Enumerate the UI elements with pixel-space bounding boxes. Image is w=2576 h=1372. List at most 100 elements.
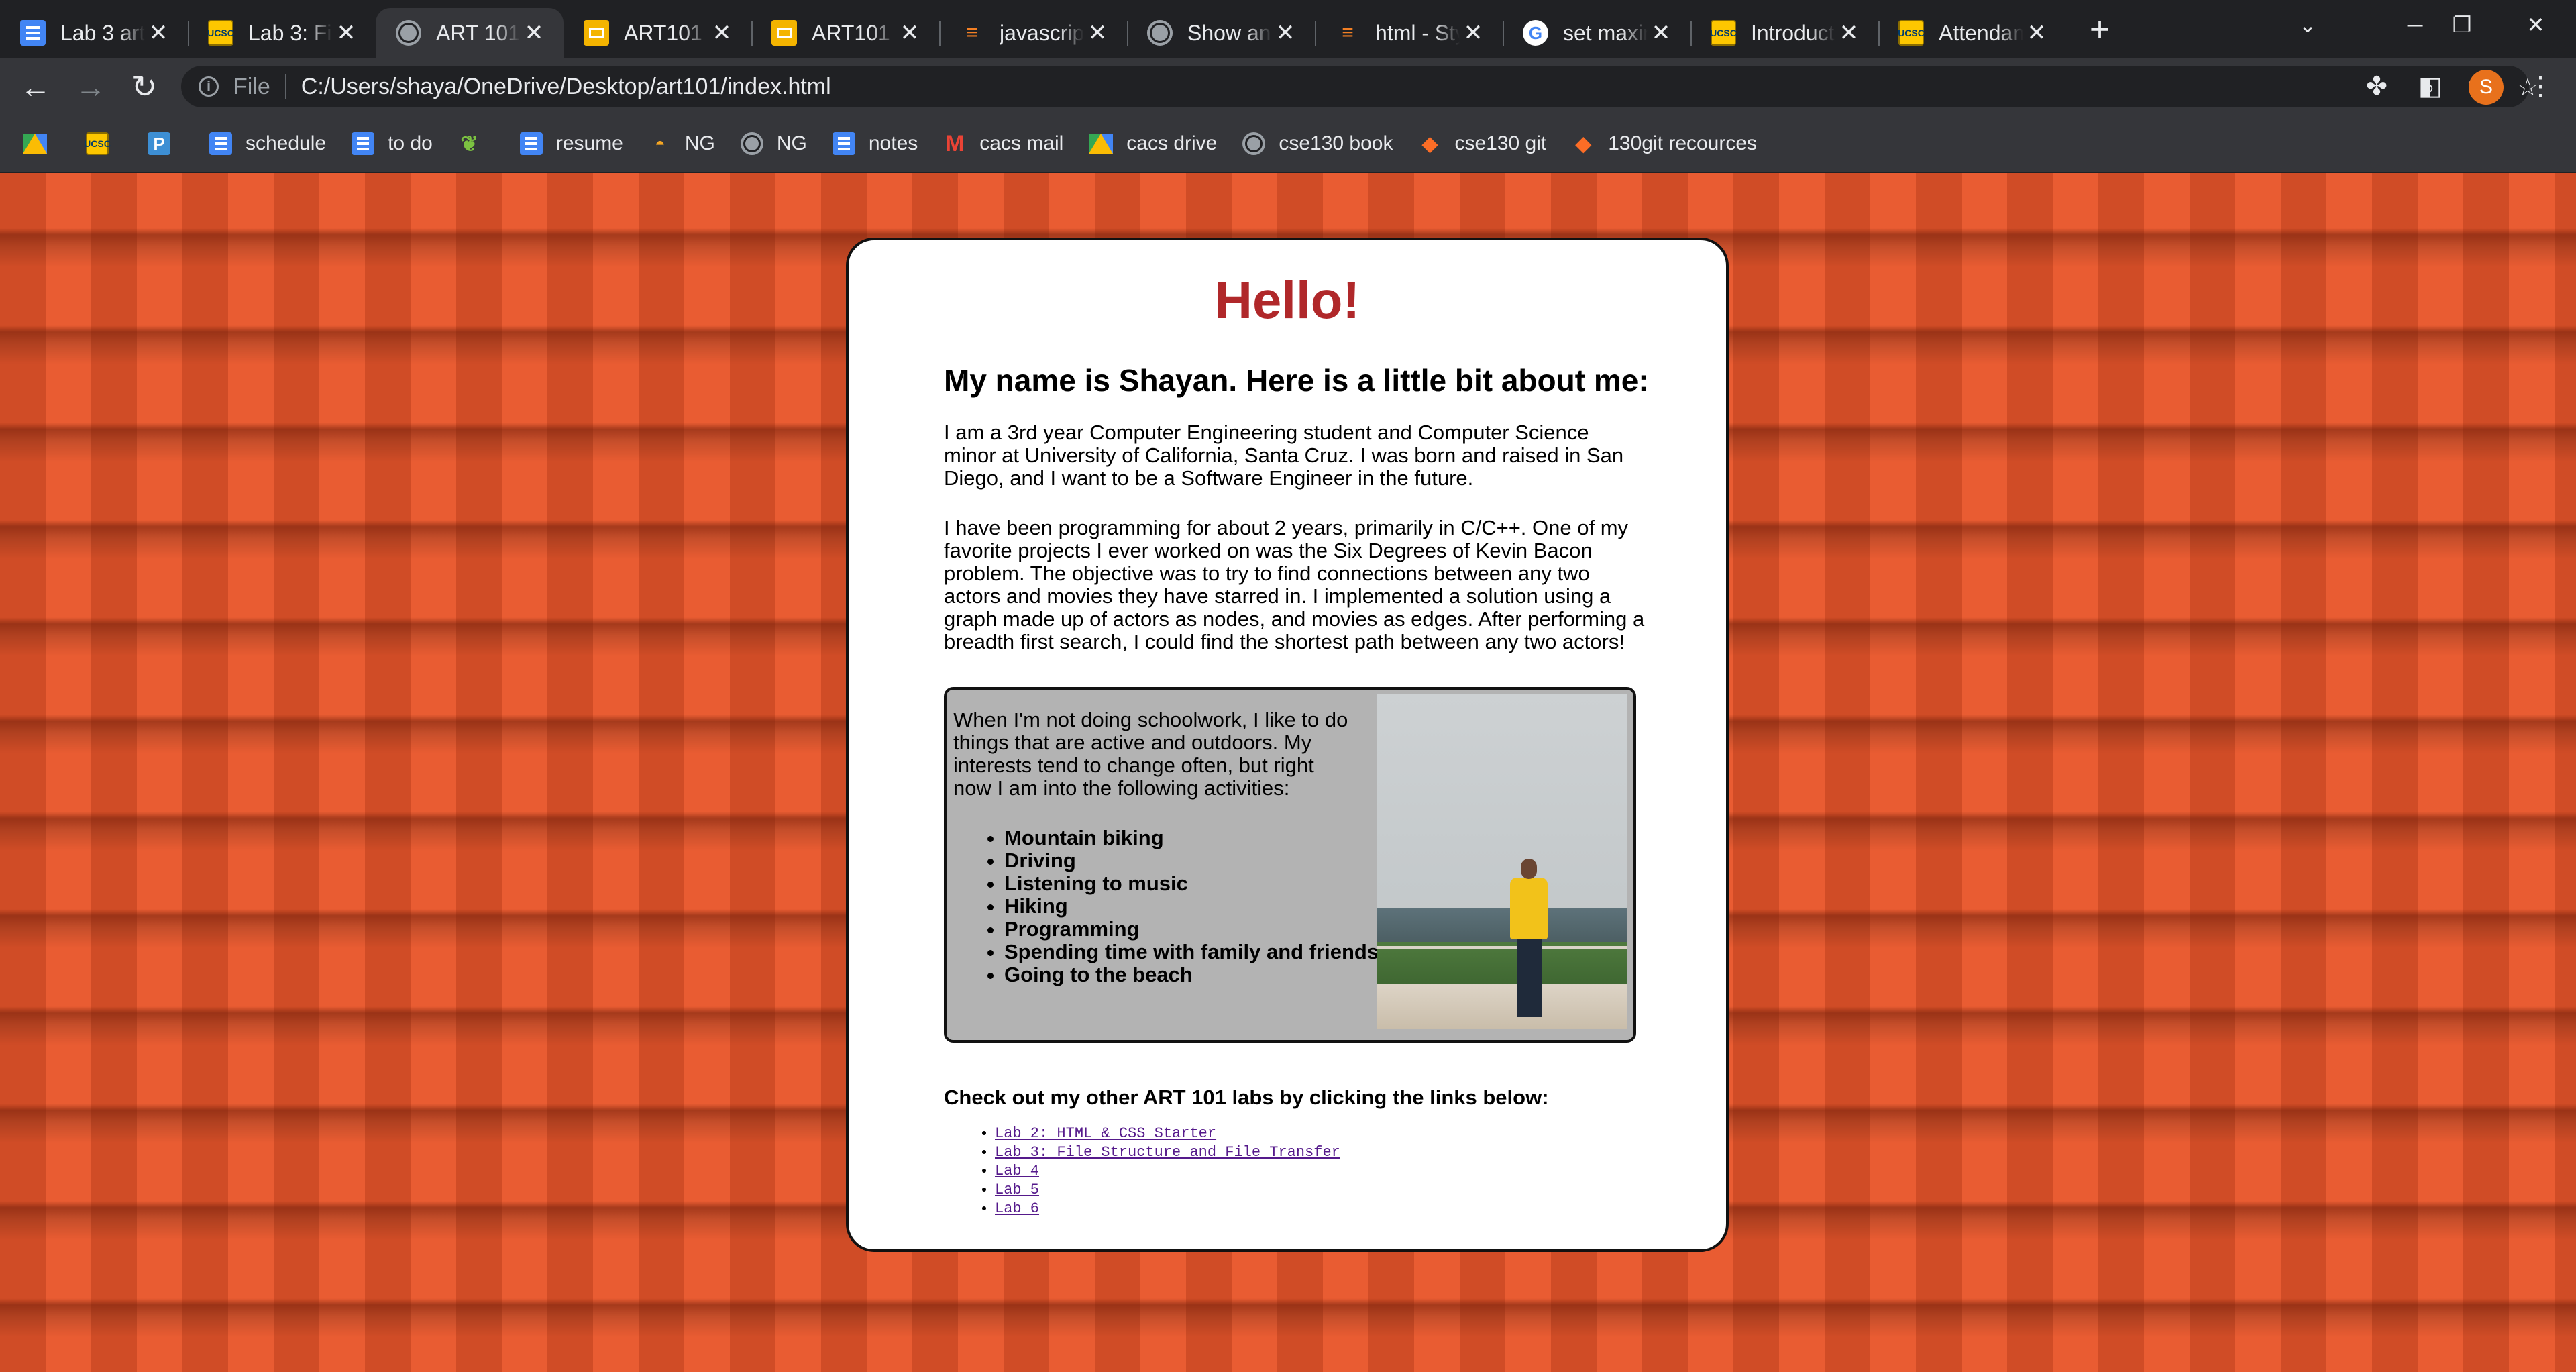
docs-icon: [832, 132, 855, 155]
tab[interactable]: ≡ html - Sty ✕: [1315, 8, 1503, 58]
close-icon[interactable]: ✕: [1272, 19, 1299, 46]
close-icon[interactable]: ✕: [521, 19, 547, 46]
globe-icon: [396, 20, 421, 46]
tab-title: Lab 3 art: [60, 20, 145, 45]
about-paragraph: I am a 3rd year Computer Engineering stu…: [944, 421, 1624, 490]
google-drive-icon: [23, 134, 47, 154]
docs-icon: [352, 132, 375, 155]
tab-title: ART 101 -: [436, 20, 521, 45]
close-icon[interactable]: ✕: [1648, 19, 1674, 46]
tab-title: Introduct: [1751, 20, 1835, 45]
stackoverflow-icon: ≡: [1342, 21, 1354, 44]
restore-icon[interactable]: ❐: [2422, 0, 2502, 50]
menu-kebab-icon[interactable]: ⋮: [2524, 70, 2557, 103]
close-icon[interactable]: ✕: [896, 19, 923, 46]
close-icon[interactable]: ✕: [1460, 19, 1487, 46]
list-item: Lab 5: [995, 1181, 1340, 1200]
tab-title: ART101 -: [624, 20, 708, 45]
new-tab-plus-icon[interactable]: +: [2080, 9, 2120, 50]
hobbies-box: When I'm not doing schoolwork, I like to…: [944, 687, 1636, 1043]
ucsc-icon: UCSC: [207, 20, 234, 46]
p-icon: P: [148, 132, 170, 155]
tab[interactable]: ≡ javascript ✕: [939, 8, 1127, 58]
bookmark-cacs-mail[interactable]: Mcacs mail: [943, 130, 1063, 156]
close-icon[interactable]: ✕: [333, 19, 360, 46]
bookmark-to-do[interactable]: to do: [352, 132, 433, 155]
google-drive-icon: [1089, 134, 1114, 154]
bookmark-drive[interactable]: [23, 134, 60, 154]
bookmark-label: cse130 book: [1279, 132, 1393, 154]
extensions-puzzle-icon[interactable]: ✤: [2360, 70, 2394, 103]
leaf-icon: ❦: [460, 131, 479, 156]
tab[interactable]: ART101 - ✕: [751, 8, 939, 58]
close-icon[interactable]: ✕: [1835, 19, 1862, 46]
close-icon[interactable]: ✕: [145, 19, 172, 46]
tab[interactable]: UCSC Introduct ✕: [1690, 8, 1878, 58]
close-icon[interactable]: ✕: [708, 19, 735, 46]
tab[interactable]: ART101 - ✕: [564, 8, 751, 58]
bookmark-notes[interactable]: notes: [832, 132, 918, 155]
bookmark-cse130-book[interactable]: cse130 book: [1242, 132, 1393, 155]
bookmark-label: NG: [776, 132, 807, 154]
bookmark-label: 130git recources: [1608, 132, 1758, 154]
slides-icon: [771, 20, 797, 46]
bookmark-schedule[interactable]: schedule: [209, 132, 326, 155]
tab[interactable]: UCSC Attendan ✕: [1878, 8, 2066, 58]
bookmark-resume[interactable]: resume: [519, 132, 623, 155]
globe-icon: [1147, 20, 1173, 46]
bookmark-ucsc[interactable]: UCSC: [84, 132, 122, 155]
lab-4-link[interactable]: Lab 4: [995, 1163, 1039, 1179]
list-item: Listening to music: [1004, 872, 1380, 895]
tab[interactable]: G set maxim ✕: [1503, 8, 1690, 58]
bookmark-ng[interactable]: ◓ NG: [649, 132, 715, 155]
list-item: Going to the beach: [1004, 963, 1380, 986]
bookmark-ng-2[interactable]: NG: [740, 132, 807, 155]
ng-icon: ◓: [655, 133, 665, 154]
bookmark-cse130-git[interactable]: ◆ cse130 git: [1418, 132, 1546, 155]
bookmark-leaf[interactable]: ❦: [458, 131, 494, 156]
intro-heading: My name is Shayan. Here is a little bit …: [944, 363, 1649, 398]
tab-active[interactable]: ART 101 - ✕: [376, 8, 564, 58]
docs-icon: [20, 20, 46, 46]
slides-icon: [584, 20, 609, 46]
bookmark-label: NG: [684, 132, 715, 154]
lab-3-link[interactable]: Lab 3: File Structure and File Transfer: [995, 1144, 1340, 1161]
tab[interactable]: Show and ✕: [1127, 8, 1315, 58]
url-text[interactable]: C:/Users/shaya/OneDrive/Desktop/art101/i…: [301, 74, 831, 100]
bookmark-label: to do: [388, 132, 433, 154]
side-panel-icon[interactable]: ◧: [2414, 70, 2447, 103]
address-bar[interactable]: i File C:/Users/shaya/OneDrive/Desktop/a…: [181, 66, 2538, 107]
lab-6-link[interactable]: Lab 6: [995, 1200, 1039, 1217]
forward-arrow-icon[interactable]: →: [74, 70, 107, 103]
reload-icon[interactable]: ↻: [127, 70, 161, 103]
globe-icon: [740, 132, 763, 155]
gitlab-icon: ◆: [1575, 132, 1591, 155]
ucsc-icon: UCSC: [1898, 20, 1925, 46]
docs-icon: [209, 132, 232, 155]
close-icon[interactable]: ✕: [2023, 19, 2050, 46]
labs-heading: Check out my other ART 101 labs by click…: [944, 1086, 1549, 1109]
docs-icon: [519, 132, 543, 155]
bookmark-cacs-drive[interactable]: cacs drive: [1089, 132, 1217, 155]
ucsc-icon: UCSC: [1710, 20, 1737, 46]
file-scheme-label: File: [233, 73, 270, 99]
bookmark-130git-recources[interactable]: ◆ 130git recources: [1572, 132, 1757, 155]
tab[interactable]: Lab 3 art ✕: [0, 8, 188, 58]
list-item: Spending time with family and friends: [1004, 941, 1380, 963]
info-icon[interactable]: i: [199, 76, 219, 97]
tab-search-chevron-icon[interactable]: ⌄: [2267, 0, 2348, 50]
lab-5-link[interactable]: Lab 5: [995, 1181, 1039, 1198]
list-item: Driving: [1004, 849, 1380, 872]
bookmark-p[interactable]: P: [148, 132, 184, 155]
lab-2-link[interactable]: Lab 2: HTML & CSS Starter: [995, 1125, 1216, 1142]
gmail-icon: M: [945, 130, 965, 156]
close-icon[interactable]: ✕: [1084, 19, 1111, 46]
tab[interactable]: UCSC Lab 3: File ✕: [188, 8, 376, 58]
back-arrow-icon[interactable]: ←: [19, 70, 52, 103]
window-close-icon[interactable]: ✕: [2496, 0, 2576, 50]
tab-title: html - Sty: [1375, 20, 1460, 45]
tab-title: javascript: [1000, 20, 1084, 45]
globe-icon: [1242, 132, 1266, 155]
profile-avatar[interactable]: S: [2469, 70, 2504, 105]
bookmarks-bar: UCSC P schedule to do ❦ resume ◓ NG NG no…: [0, 115, 2576, 173]
